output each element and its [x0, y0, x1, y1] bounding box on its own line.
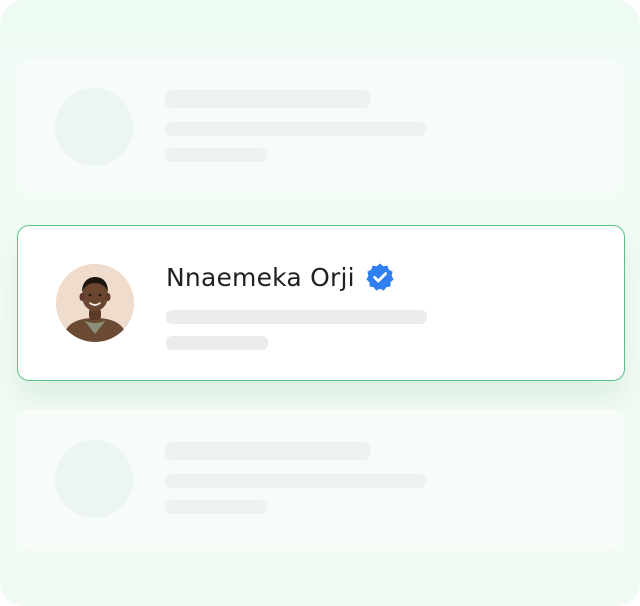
- profile-list-panel: Nnaemeka Orji: [0, 0, 640, 606]
- skeleton-title-bar: [165, 442, 370, 460]
- skeleton-title-bar: [165, 90, 370, 108]
- skeleton-short-bar: [166, 336, 268, 350]
- skeleton-short-bar: [165, 500, 267, 514]
- skeleton-short-bar: [165, 148, 267, 162]
- skeleton-avatar: [55, 88, 133, 166]
- profile-name-row: Nnaemeka Orji: [166, 262, 395, 292]
- skeleton-line-bar: [165, 474, 426, 488]
- portrait-image: [56, 264, 134, 342]
- skeleton-card: [17, 58, 623, 194]
- profile-card[interactable]: Nnaemeka Orji: [17, 225, 625, 381]
- profile-avatar: [56, 264, 134, 342]
- verified-badge-icon: [366, 263, 394, 291]
- skeleton-line-bar: [165, 122, 426, 136]
- profile-name: Nnaemeka Orji: [166, 262, 355, 292]
- skeleton-avatar: [55, 440, 133, 518]
- skeleton-line-bar: [166, 310, 427, 324]
- skeleton-card: [17, 410, 623, 550]
